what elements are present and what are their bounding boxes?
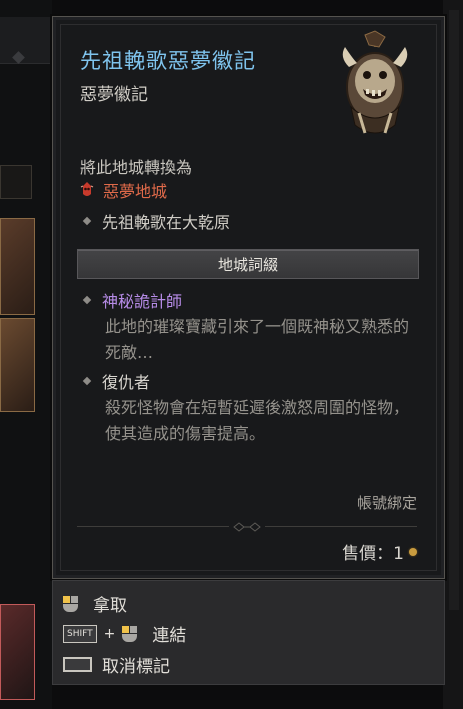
hint-label: 取消標記 — [102, 657, 170, 677]
nightmare-dungeon-icon — [80, 182, 94, 196]
item-name: 先祖輓歌惡夢徽記 — [80, 49, 256, 73]
affix-1: 神秘詭計師 — [80, 288, 182, 312]
diamond-bullet-icon — [82, 295, 92, 305]
divider-ornament-icon — [233, 522, 261, 532]
inventory-topbar — [0, 17, 52, 64]
sell-price: 售價：1 — [342, 539, 417, 564]
nightmare-sigil-icon — [342, 30, 408, 134]
item-tooltip: 先祖輓歌惡夢徽記 惡夢徽記 將此地城轉換為 惡夢地城 先祖輓歌在大乾原 地城詞綴 — [52, 16, 445, 579]
hint-link[interactable]: SHIFT + 連結 — [63, 621, 186, 646]
inventory-slot[interactable] — [0, 318, 35, 412]
dungeon-location: 先祖輓歌在大乾原 — [102, 213, 231, 232]
affix-header-label: 地城詞綴 — [217, 255, 278, 274]
hint-take[interactable]: 拿取 — [63, 591, 127, 616]
inventory-slot[interactable] — [0, 218, 35, 315]
affix-description: 殺死怪物會在短暫延遲後激怒周圍的怪物，使其造成的傷害提高。 — [105, 398, 410, 443]
item-type: 惡夢徽記 — [80, 85, 148, 105]
spacebar-key-icon — [63, 657, 92, 672]
diamond-bullet-icon — [82, 216, 92, 226]
dungeon-location-row: 先祖輓歌在大乾原 — [80, 209, 230, 233]
account-bound-label: 帳號綁定 — [356, 494, 417, 512]
affix-title: 神秘詭計師 — [102, 292, 183, 311]
control-hints-panel: 拿取 SHIFT + 連結 取消標記 — [52, 580, 445, 685]
plus-sign: + — [103, 625, 116, 642]
hint-label: 拿取 — [93, 596, 127, 616]
diamond-bullet-icon — [82, 376, 92, 386]
affix-section-header: 地城詞綴 — [77, 249, 419, 279]
right-panel-background — [443, 0, 463, 709]
gold-coin-icon — [409, 547, 417, 556]
hint-label: 連結 — [152, 626, 187, 646]
affix-title: 復仇者 — [102, 373, 151, 392]
inventory-slot[interactable] — [0, 165, 32, 199]
inventory-slot-selected[interactable] — [0, 604, 35, 700]
dungeon-type: 惡夢地城 — [103, 182, 168, 201]
sell-price-label: 售價：1 — [342, 544, 404, 564]
divider — [77, 522, 417, 532]
gem-icon — [12, 51, 25, 64]
dungeon-type-row: 惡夢地城 — [80, 179, 167, 201]
mouse-left-click-icon — [63, 595, 79, 612]
affix-2: 復仇者 — [80, 369, 150, 393]
convert-label: 將此地城轉換為 — [80, 158, 193, 177]
hint-unmark[interactable]: 取消標記 — [63, 652, 170, 677]
mouse-left-click-icon — [122, 625, 138, 642]
shift-key-icon: SHIFT — [63, 624, 97, 643]
affix-description: 此地的璀璨寶藏引來了一個既神秘又熟悉的死敵… — [105, 317, 410, 362]
